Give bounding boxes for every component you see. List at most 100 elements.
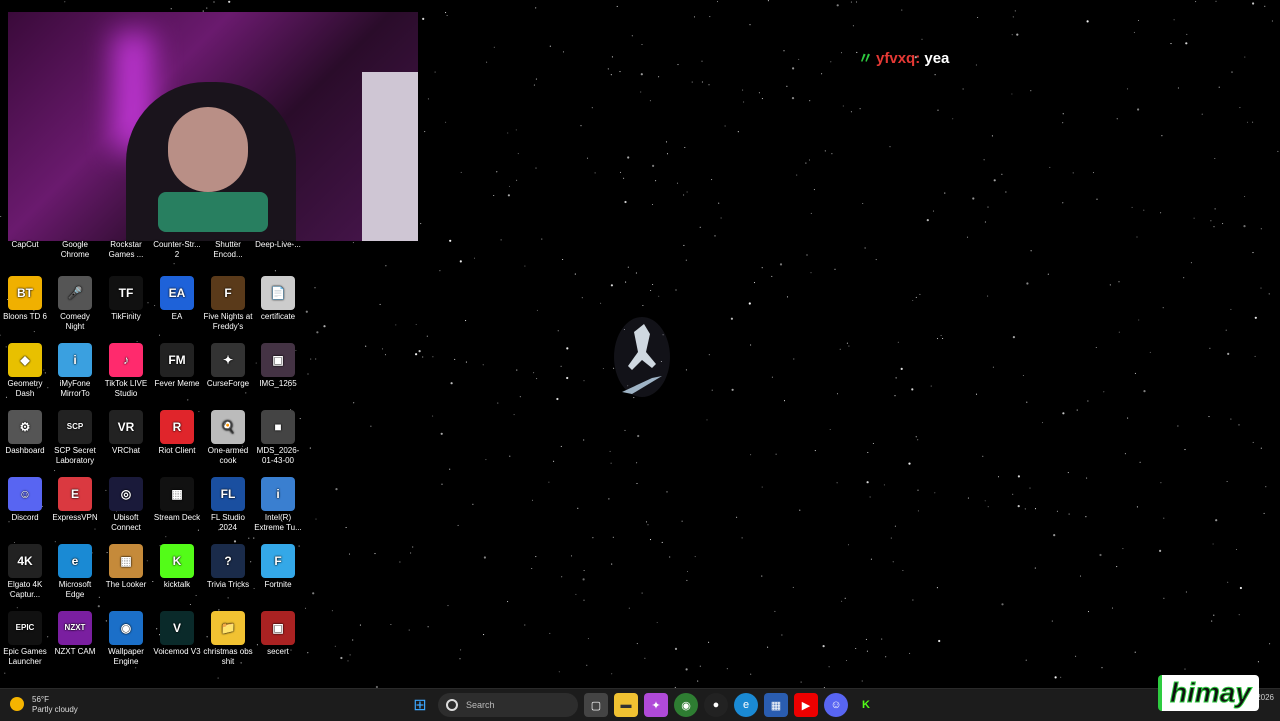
desktop-icon-counter-str-2[interactable]: Counter-Str... 2 — [152, 240, 202, 260]
desktop-icon-tiktok-live-studio[interactable]: ♪ TikTok LIVE Studio — [101, 343, 151, 399]
desktop-icon-rockstar-games[interactable]: Rockstar Games ... — [101, 240, 151, 260]
app-icon: BT — [8, 276, 42, 310]
windows-start-icon[interactable]: ⊞ — [408, 693, 432, 717]
desktop-icon-label: secert — [267, 647, 289, 656]
app-icon: F — [261, 544, 295, 578]
desktop-icon-trivia-tricks[interactable]: ? Trivia Tricks — [203, 544, 253, 590]
search-placeholder: Search — [466, 700, 495, 710]
desktop-icon-fever-meme[interactable]: FM Fever Meme — [152, 343, 202, 389]
desktop-icon-label: Shutter Encod... — [213, 240, 243, 259]
kick-icon[interactable]: K — [854, 693, 878, 717]
desktop-icon-label: Comedy Night — [60, 312, 90, 331]
desktop-icon-wallpaper-engine[interactable]: ◉ Wallpaper Engine — [101, 611, 151, 667]
desktop-icon-label: Intel(R) Extreme Tu... — [254, 513, 302, 532]
desktop-icon-riot-client[interactable]: R Riot Client — [152, 410, 202, 456]
desktop-icon-label: certificate — [260, 312, 296, 321]
desktop-icon-label: FL Studio 2024 — [211, 513, 245, 532]
weather-widget[interactable]: 56°F Partly cloudy — [10, 695, 78, 715]
desktop-icon-img-1265[interactable]: ▣ IMG_1265 — [253, 343, 303, 389]
desktop-icon-fortnite[interactable]: F Fortnite — [253, 544, 303, 590]
desktop-icon-capcut[interactable]: CapCut — [0, 240, 50, 250]
desktop-icon-imyfone-mirrorto[interactable]: i iMyFone MirrorTo — [50, 343, 100, 399]
desktop-icon-secert[interactable]: ▣ secert — [253, 611, 303, 657]
task-view-icon[interactable]: ▢ — [584, 693, 608, 717]
app-icon: R — [160, 410, 194, 444]
desktop-icon-shutter-encod[interactable]: Shutter Encod... — [203, 240, 253, 260]
desktop-icon-vrchat[interactable]: VR VRChat — [101, 410, 151, 456]
store-icon[interactable]: ▦ — [764, 693, 788, 717]
app-icon: E — [58, 477, 92, 511]
silver-surfer-figure — [614, 317, 670, 397]
file-explorer-icon[interactable]: ▬ — [614, 693, 638, 717]
youtube-icon[interactable]: ▶ — [794, 693, 818, 717]
desktop-icon-curseforge[interactable]: ✦ CurseForge — [203, 343, 253, 389]
desktop-icon-label: IMG_1265 — [259, 379, 297, 388]
copilot-icon[interactable]: ✦ — [644, 693, 668, 717]
desktop-icon-label: EA — [171, 312, 183, 321]
app-icon: TF — [109, 276, 143, 310]
desktop-icon-label: CurseForge — [206, 379, 250, 388]
shirt-graphic — [158, 192, 268, 232]
desktop-icon-elgato-4k-captur[interactable]: 4K Elgato 4K Captur... — [0, 544, 50, 600]
desktop-icon-one-armed-cook[interactable]: 🍳 One-armed cook — [203, 410, 253, 466]
desktop-icon-epic-games-launcher[interactable]: EPIC Epic Games Launcher — [0, 611, 50, 667]
desktop-icon-label: Stream Deck — [153, 513, 201, 522]
chat-message: 〃 yfvxq: yea — [858, 47, 949, 68]
chat-username: yfvxq: — [876, 50, 921, 67]
desktop-icon-intel-r-extreme-tu[interactable]: i Intel(R) Extreme Tu... — [253, 477, 303, 533]
desktop-icon-google-chrome[interactable]: Google Chrome — [50, 240, 100, 260]
app-icon: NZXT — [58, 611, 92, 645]
desktop-icon-christmas-obs-shit[interactable]: 📁 christmas obs shit — [203, 611, 253, 667]
desktop-icon-label: Counter-Str... 2 — [153, 240, 201, 259]
taskbar-apps: ⊞ Search ▢ ▬ ✦ ◉ ● e ▦ ▶ ☺ K — [408, 692, 878, 718]
desktop-icon-bloons-td-6[interactable]: BT Bloons TD 6 — [0, 276, 50, 322]
desktop-icon-label: Five Nights at Freddy's — [203, 312, 253, 331]
app-icon: FL — [211, 477, 245, 511]
app-icon: ▣ — [261, 343, 295, 377]
edge-icon[interactable]: e — [734, 693, 758, 717]
desktop-icon-label: Fever Meme — [154, 379, 200, 388]
desktop-icon-scp-secret-laboratory[interactable]: SCP SCP Secret Laboratory — [50, 410, 100, 466]
taskbar: 56°F Partly cloudy ⊞ Search ▢ ▬ ✦ ◉ ● e … — [0, 688, 1280, 721]
desktop-icon-geometry-dash[interactable]: ◆ Geometry Dash — [0, 343, 50, 399]
desktop-icon-nzxt-cam[interactable]: NZXT NZXT CAM — [50, 611, 100, 657]
weather-sun-icon — [10, 697, 24, 711]
desktop-icon-microsoft-edge[interactable]: e Microsoft Edge — [50, 544, 100, 600]
desktop-icon-deep-live[interactable]: Deep-Live-... — [253, 240, 303, 250]
desktop-icon-stream-deck[interactable]: ▦ Stream Deck — [152, 477, 202, 523]
desktop-icon-expressvpn[interactable]: E ExpressVPN — [50, 477, 100, 523]
desktop-icon-mds-2026-01-43-00[interactable]: ■ MDS_2026-01-43-00 — [253, 410, 303, 466]
desktop-icon-fl-studio-2024[interactable]: FL FL Studio 2024 — [203, 477, 253, 533]
app-icon: ◉ — [109, 611, 143, 645]
chrome-icon[interactable]: ◉ — [674, 693, 698, 717]
desktop-icon-label: Wallpaper Engine — [108, 647, 144, 666]
discord-icon[interactable]: ☺ — [824, 693, 848, 717]
desktop-icon-label: CapCut — [11, 240, 39, 249]
desktop-icon-kicktalk[interactable]: Kkicktalk — [152, 544, 202, 590]
obs-icon[interactable]: ● — [704, 693, 728, 717]
desktop-icon-label: SCP Secret Laboratory — [54, 446, 96, 465]
app-icon: 📁 — [211, 611, 245, 645]
desktop-icon-comedy-night[interactable]: 🎤 Comedy Night — [50, 276, 100, 332]
desktop-icon-ubisoft-connect[interactable]: ◎ Ubisoft Connect — [101, 477, 151, 533]
desktop-icon-certificate[interactable]: 📄 certificate — [253, 276, 303, 322]
taskbar-search[interactable]: Search — [438, 693, 578, 717]
app-icon: V — [160, 611, 194, 645]
search-icon — [446, 699, 458, 711]
desktop-icon-ea[interactable]: EA EA — [152, 276, 202, 322]
desktop-icon-five-nights-at-freddy-s[interactable]: F Five Nights at Freddy's — [203, 276, 253, 332]
desktop-icon-voicemod-v3[interactable]: V Voicemod V3 — [152, 611, 202, 657]
desktop-icon-discord[interactable]: ☺ Discord — [0, 477, 50, 523]
app-icon: i — [261, 477, 295, 511]
webcam-overlay — [8, 12, 418, 241]
desktop-icon-the-looker[interactable]: ▦ The Looker — [101, 544, 151, 590]
app-icon: ⚙ — [8, 410, 42, 444]
desktop-icon-tikfinity[interactable]: TF TikFinity — [101, 276, 151, 322]
app-icon: e — [58, 544, 92, 578]
desktop-icon-label: iMyFone MirrorTo — [59, 379, 91, 398]
green-badge-icon: 〃 — [858, 50, 874, 67]
desktop-icon-label: Deep-Live-... — [255, 240, 301, 249]
desktop-icon-dashboard[interactable]: ⚙ Dashboard — [0, 410, 50, 456]
desktop-icon-label: Rockstar Games ... — [108, 240, 144, 259]
app-icon: ◎ — [109, 477, 143, 511]
